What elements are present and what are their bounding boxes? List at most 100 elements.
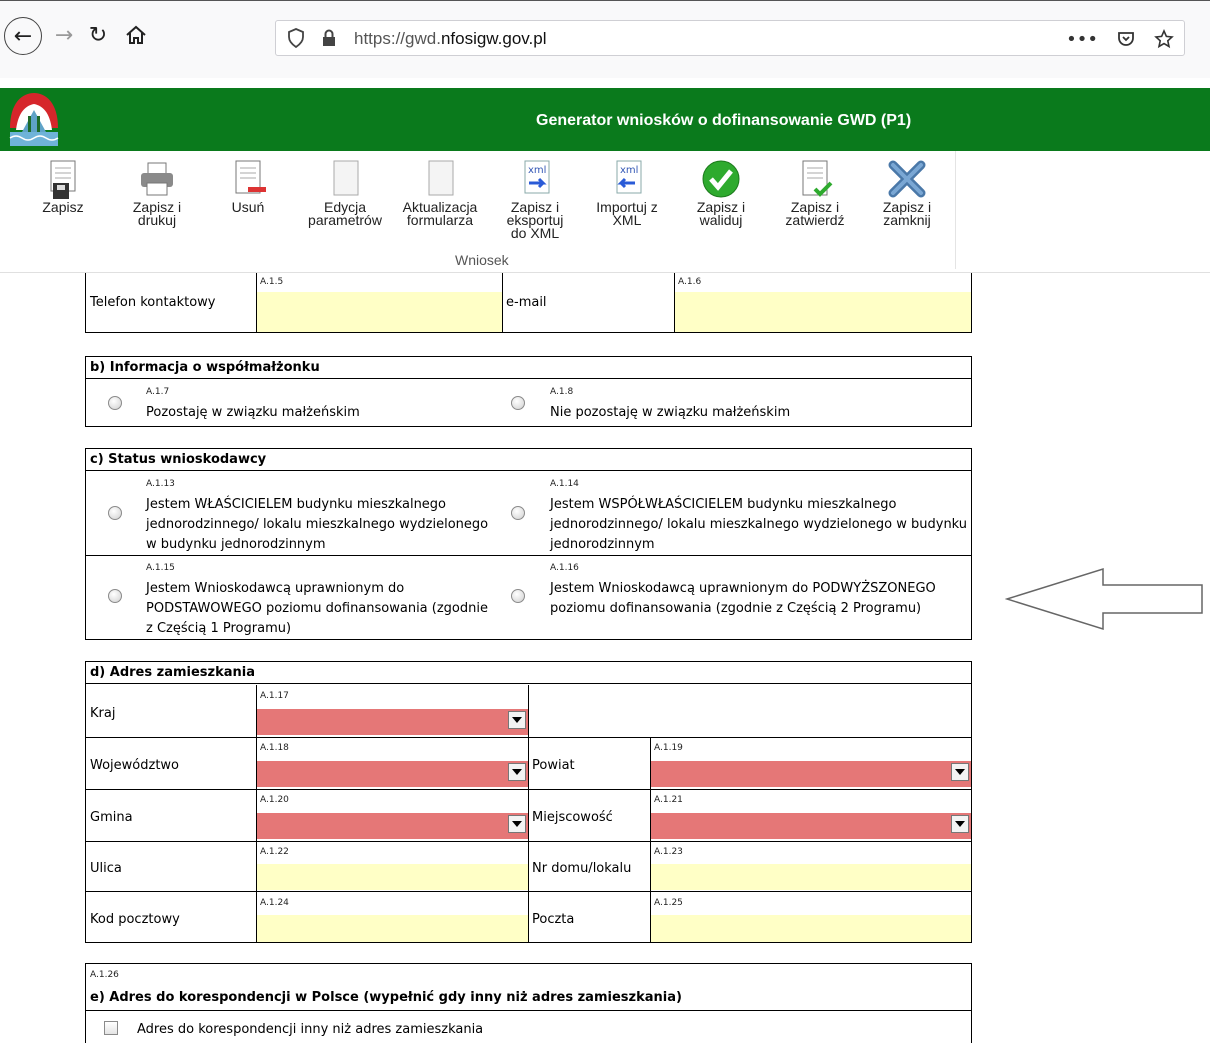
spouse-title: b) Informacja o współmałżonku <box>86 357 971 379</box>
lock-icon[interactable] <box>321 29 337 47</box>
chevron-down-icon[interactable] <box>508 815 526 833</box>
country-select[interactable] <box>257 709 528 735</box>
save-print-button[interactable]: Zapisz i drukuj <box>122 159 192 227</box>
edit-parameters-button[interactable]: Edycja parametrów <box>300 159 390 227</box>
export-xml-button[interactable]: xml Zapisz i eksportuj do XML <box>500 159 570 240</box>
ribbon-separator <box>955 151 956 269</box>
svg-text:xml: xml <box>620 165 638 176</box>
url-text: https://gwd.nfosigw.gov.pl <box>354 29 547 48</box>
married-code: A.1.7 <box>146 387 170 397</box>
correspondence-section: A.1.26 e) Adres do korespondencji w Pols… <box>85 963 972 1043</box>
locality-label: Miejscowość <box>532 810 613 825</box>
back-button[interactable]: ← <box>4 17 42 55</box>
delete-button[interactable]: Usuń <box>226 159 270 214</box>
postal-code-code: A.1.24 <box>260 898 289 908</box>
municipality-select[interactable] <box>257 813 528 839</box>
save-button[interactable]: Zapisz <box>38 159 88 214</box>
house-number-code: A.1.23 <box>654 847 683 857</box>
basic-level-code: A.1.15 <box>146 563 175 573</box>
address-bar[interactable]: https://gwd.nfosigw.gov.pl ••• <box>275 20 1185 56</box>
ribbon-toolbar: Zapisz Zapisz i drukuj Usuń Edycja param… <box>0 151 1210 273</box>
post-office-code: A.1.25 <box>654 898 683 908</box>
chevron-down-icon[interactable] <box>951 815 969 833</box>
arrow-left-icon: ← <box>13 23 33 49</box>
phone-input[interactable] <box>257 292 502 332</box>
close-button[interactable]: Zapisz i zamknij <box>872 159 942 227</box>
correspondence-code: A.1.26 <box>90 970 119 980</box>
address-section: d) Adres zamieszkania Kraj A.1.17 Wojewó… <box>85 661 972 943</box>
contact-table: Telefon kontaktowy A.1.5 e-mail A.1.6 <box>85 273 972 333</box>
email-code: A.1.6 <box>678 277 702 287</box>
pointer-arrow-icon <box>1005 567 1203 631</box>
owner-radio[interactable] <box>108 506 122 520</box>
import-xml-button[interactable]: xml Importuj z XML <box>586 159 668 227</box>
forward-button[interactable]: → <box>48 19 80 51</box>
email-input[interactable] <box>675 292 971 332</box>
voivodeship-label: Województwo <box>90 758 180 773</box>
county-code: A.1.19 <box>654 743 683 753</box>
county-label: Powiat <box>532 758 575 773</box>
municipality-label: Gmina <box>90 810 133 825</box>
country-label: Kraj <box>90 706 116 721</box>
postal-code-label: Kod pocztowy <box>90 912 180 927</box>
postal-code-input[interactable] <box>257 915 528 942</box>
house-number-input[interactable] <box>651 864 971 890</box>
email-label: e-mail <box>506 295 547 310</box>
voivodeship-select[interactable] <box>257 761 528 787</box>
approve-button[interactable]: Zapisz i zatwierdź <box>778 159 852 227</box>
phone-code: A.1.5 <box>260 277 284 287</box>
street-input[interactable] <box>257 864 528 890</box>
county-select[interactable] <box>651 761 971 787</box>
star-icon[interactable] <box>1154 29 1174 49</box>
update-form-button[interactable]: Aktualizacja formularza <box>394 159 486 227</box>
save-icon <box>43 159 83 199</box>
co-owner-radio[interactable] <box>511 506 525 520</box>
basic-level-radio[interactable] <box>108 589 122 603</box>
reload-button[interactable]: ↻ <box>82 19 114 51</box>
house-number-label: Nr domu/lokalu <box>532 861 632 876</box>
not-married-label: Nie pozostaję w związku małżeńskim <box>550 405 791 420</box>
basic-level-label: Jestem Wnioskodawcą uprawnionym do PODSTA… <box>146 581 488 636</box>
pocket-icon[interactable] <box>1116 29 1136 49</box>
home-icon <box>126 25 146 44</box>
svg-text:xml: xml <box>528 165 546 176</box>
validate-button[interactable]: Zapisz i waliduj <box>688 159 754 227</box>
app-logo <box>9 93 59 146</box>
chevron-down-icon[interactable] <box>508 763 526 781</box>
higher-level-radio[interactable] <box>511 589 525 603</box>
post-office-input[interactable] <box>651 915 971 942</box>
different-address-label: Adres do korespondencji inny niż adres z… <box>137 1022 484 1037</box>
page-actions-icon[interactable]: ••• <box>1066 29 1098 50</box>
blank-document-icon <box>325 159 365 199</box>
street-code: A.1.22 <box>260 847 289 857</box>
browser-toolbar: ← → ↻ https://gwd.nfosigw.gov.pl ••• <box>0 0 1210 78</box>
married-radio[interactable] <box>108 396 122 410</box>
check-icon <box>701 159 741 199</box>
print-icon <box>137 159 177 199</box>
country-code: A.1.17 <box>260 691 289 701</box>
owner-label: Jestem WŁAŚCICIELEM budynku mieszkalnego… <box>146 497 489 552</box>
not-married-radio[interactable] <box>511 396 525 410</box>
delete-icon <box>228 159 268 199</box>
co-owner-code: A.1.14 <box>550 479 579 489</box>
chevron-down-icon[interactable] <box>508 711 526 729</box>
post-office-label: Poczta <box>532 912 575 927</box>
home-button[interactable] <box>120 19 152 51</box>
xml-export-icon: xml <box>515 159 555 199</box>
address-title: d) Adres zamieszkania <box>86 662 971 684</box>
correspondence-title: e) Adres do korespondencji w Polsce (wyp… <box>90 990 682 1005</box>
chevron-down-icon[interactable] <box>951 763 969 781</box>
spouse-section: b) Informacja o współmałżonku A.1.7 Pozo… <box>85 356 972 427</box>
co-owner-label: Jestem WSPÓŁWŁAŚCICIELEM budynku mieszka… <box>550 497 968 552</box>
locality-select[interactable] <box>651 813 971 839</box>
voivodeship-code: A.1.18 <box>260 743 289 753</box>
shield-icon[interactable] <box>288 28 304 48</box>
not-married-code: A.1.8 <box>550 387 574 397</box>
owner-code: A.1.13 <box>146 479 175 489</box>
phone-label: Telefon kontaktowy <box>90 295 216 310</box>
status-title: c) Status wnioskodawcy <box>86 449 971 471</box>
different-address-checkbox[interactable] <box>104 1021 118 1035</box>
higher-level-code: A.1.16 <box>550 563 579 573</box>
blank-document-icon <box>420 159 460 199</box>
locality-code: A.1.21 <box>654 795 683 805</box>
